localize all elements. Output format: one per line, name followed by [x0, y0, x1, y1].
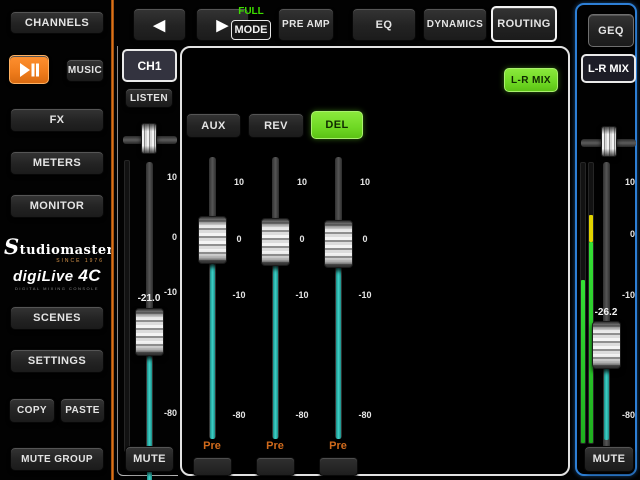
- mode-button[interactable]: MODE: [231, 20, 271, 40]
- meters-button[interactable]: METERS: [10, 151, 104, 175]
- channel-scale-0: 0: [157, 232, 177, 242]
- send1-scale-neg10: -10: [226, 290, 252, 300]
- master-name-button[interactable]: L-R MIX: [581, 54, 636, 83]
- prev-channel-button[interactable]: ◀: [133, 8, 186, 41]
- brand-logo: Studiomaster SINCE 1976 digiLive 4C DIGI…: [4, 234, 110, 291]
- mute-group-button[interactable]: MUTE GROUP: [10, 447, 104, 471]
- send1-value-box[interactable]: [193, 457, 232, 476]
- send2-value-box[interactable]: [256, 457, 295, 476]
- send3-fader-teal: [336, 264, 341, 439]
- left-arrow-icon: ◀: [154, 16, 166, 34]
- monitor-button[interactable]: MONITOR: [10, 194, 104, 218]
- channel-scale-neg80: -80: [157, 408, 177, 418]
- send3-scale-10: 10: [352, 177, 378, 187]
- mixer-screen: CHANNELS MUSIC FX METERS MONITOR Studiom…: [0, 0, 640, 480]
- send1-scale-0: 0: [226, 234, 252, 244]
- paste-button[interactable]: PASTE: [60, 398, 105, 423]
- channel-strip: CH1 LISTEN 10 0 -10 -80 -21.0 MUTE: [117, 46, 178, 476]
- master-meter-left: [580, 162, 586, 444]
- studiomaster-logo: Studiomaster: [4, 234, 110, 259]
- channel-pan-knob[interactable]: [141, 123, 157, 154]
- channel-fader-cap[interactable]: [135, 308, 164, 356]
- send1-scale-10: 10: [226, 177, 252, 187]
- listen-button[interactable]: LISTEN: [125, 88, 173, 108]
- send1-scale-neg80: -80: [226, 410, 252, 420]
- master-meter-right-peak: [589, 215, 593, 242]
- master-scale-10: 10: [617, 177, 635, 187]
- tab-dynamics[interactable]: DYNAMICS: [423, 8, 487, 41]
- tab-routing[interactable]: ROUTING: [491, 6, 557, 42]
- master-scale-0: 0: [617, 229, 635, 239]
- mode-control[interactable]: FULL MODE: [228, 5, 274, 43]
- send1-pre-label: Pre: [192, 440, 232, 452]
- aux-send-button[interactable]: AUX: [186, 113, 241, 138]
- routing-panel: L-R MIX AUX REV DEL 10 0 -10 -80 Pre 10 …: [180, 46, 570, 476]
- send1-fader-teal: [210, 264, 215, 439]
- master-scale-neg10: -10: [617, 290, 635, 300]
- send3-scale-neg10: -10: [352, 290, 378, 300]
- copy-button[interactable]: COPY: [9, 398, 55, 423]
- play-pause-icon: [18, 62, 40, 78]
- tab-preamp[interactable]: PRE AMP: [278, 8, 334, 41]
- master-meter-left-fill: [581, 280, 585, 443]
- tab-eq[interactable]: EQ: [352, 8, 416, 41]
- sidebar-divider: [111, 0, 114, 480]
- settings-button[interactable]: SETTINGS: [10, 349, 104, 373]
- send3-pre-label: Pre: [318, 440, 358, 452]
- channels-button[interactable]: CHANNELS: [10, 11, 104, 34]
- send2-fader-cap[interactable]: [261, 218, 290, 266]
- fx-button[interactable]: FX: [10, 108, 104, 132]
- send2-scale-neg10: -10: [289, 290, 315, 300]
- master-meter-right: [588, 162, 594, 444]
- send3-scale-neg80: -80: [352, 410, 378, 420]
- channel-mute-button[interactable]: MUTE: [125, 446, 174, 472]
- send2-fader-teal: [273, 264, 278, 439]
- master-fader-cap[interactable]: [592, 321, 621, 369]
- master-pan-knob[interactable]: [601, 126, 617, 157]
- send2-pre-label: Pre: [255, 440, 295, 452]
- channel-meter: [124, 160, 130, 452]
- music-button[interactable]: MUSIC: [66, 59, 104, 82]
- master-fader-teal: [604, 368, 609, 440]
- master-mute-button[interactable]: MUTE: [584, 446, 634, 472]
- product-tagline: DIGITAL MIXING CONSOLE: [4, 286, 110, 291]
- play-pause-button[interactable]: [9, 55, 49, 84]
- mode-state-label: FULL: [228, 6, 274, 17]
- del-send-button[interactable]: DEL: [311, 111, 363, 139]
- send2-scale-neg80: -80: [289, 410, 315, 420]
- lr-mix-assign-badge[interactable]: L-R MIX: [504, 68, 558, 92]
- channel-scale-10: 10: [157, 172, 177, 182]
- send1-fader-cap[interactable]: [198, 216, 227, 264]
- rev-send-button[interactable]: REV: [248, 113, 304, 138]
- send3-fader-cap[interactable]: [324, 220, 353, 268]
- master-scale-neg80: -80: [617, 410, 635, 420]
- send2-scale-0: 0: [289, 234, 315, 244]
- send3-scale-0: 0: [352, 234, 378, 244]
- master-strip: GEQ L-R MIX 10 0 -10 -80 -26.2 MUTE: [575, 3, 637, 476]
- scenes-button[interactable]: SCENES: [10, 306, 104, 330]
- digilive-logo: digiLive 4C: [4, 266, 110, 286]
- master-fader-value: -26.2: [586, 307, 626, 318]
- geq-button[interactable]: GEQ: [588, 14, 634, 47]
- send3-value-box[interactable]: [319, 457, 358, 476]
- right-arrow-icon: ▶: [217, 16, 229, 34]
- channel-name-button[interactable]: CH1: [122, 49, 177, 82]
- channel-fader-value: -21.0: [129, 293, 169, 304]
- send2-scale-10: 10: [289, 177, 315, 187]
